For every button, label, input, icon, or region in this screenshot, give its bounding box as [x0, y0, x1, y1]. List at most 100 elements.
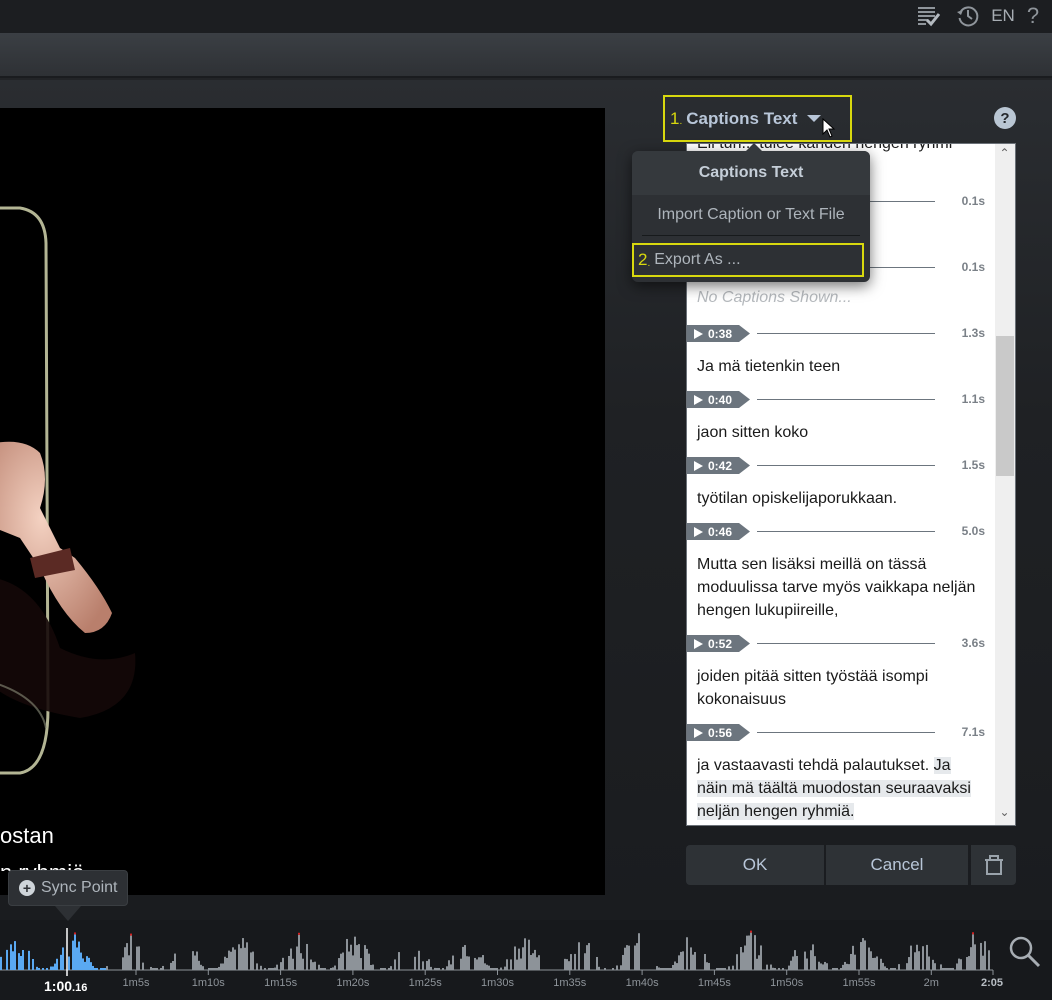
caption-play-button[interactable]: 0:46: [687, 523, 750, 540]
waveform-bar: [390, 966, 392, 970]
history-icon[interactable]: [955, 3, 981, 29]
waveform-bar: [368, 953, 370, 970]
timeline-tick-label: 2m: [923, 977, 939, 989]
waveform-bar: [524, 938, 526, 970]
end-time: 2:05: [981, 977, 1004, 989]
waveform-bar: [414, 956, 416, 970]
zoom-search-icon[interactable]: [1008, 935, 1042, 969]
sync-point-button[interactable]: + Sync Point: [8, 870, 128, 906]
caption-entry: 0:38 1.3s Ja mä tietenkin teen: [687, 325, 995, 378]
waveform-bar: [462, 946, 464, 970]
help-icon[interactable]: ?: [1022, 3, 1044, 29]
waveform-bar: [584, 953, 586, 970]
waveform-bar: [854, 954, 856, 970]
play-icon: [694, 328, 703, 339]
chevron-down-icon: [807, 115, 822, 122]
caption-text[interactable]: ja vastaavasti tehdä palautukset. Ja näi…: [687, 742, 995, 823]
waveform-bar: [394, 959, 396, 970]
waveform-bar: [306, 943, 308, 970]
cancel-button[interactable]: Cancel: [826, 845, 968, 885]
ok-button[interactable]: OK: [686, 845, 824, 885]
waveform-bar: [782, 968, 784, 970]
waveform-bar: [660, 968, 662, 970]
video-preview[interactable]: ostan n ryhmiä: [0, 108, 605, 895]
current-time: 1:00.16: [44, 978, 88, 994]
caption-text[interactable]: jaon sitten koko: [687, 409, 995, 444]
waveform-bar: [460, 958, 462, 970]
caption-text[interactable]: työtilan opiskelijaporukkaan.: [687, 475, 995, 510]
waveform-bar: [46, 968, 48, 970]
caption-duration: 1.5s: [961, 458, 985, 472]
waveform-bar: [664, 968, 666, 970]
waveform-bar: [656, 966, 658, 970]
import-caption-menu-item[interactable]: Import Caption or Text File: [632, 195, 870, 235]
waveform-bar: [280, 962, 282, 970]
waveform-bar: [224, 956, 226, 970]
scroll-up-icon[interactable]: ⌃: [995, 146, 1014, 164]
panel-help-icon[interactable]: ?: [994, 107, 1016, 129]
waveform-bar: [256, 963, 258, 970]
waveform-bar: [232, 947, 234, 970]
waveform-bar: [510, 959, 512, 970]
waveform-bar: [482, 955, 484, 970]
captions-scrollbar[interactable]: ⌃ ⌄: [995, 144, 1015, 825]
waveform-bar: [74, 934, 76, 970]
waveform-bar: [356, 945, 358, 970]
waveform-bar: [154, 968, 156, 970]
scrollbar-thumb[interactable]: [996, 336, 1014, 476]
waveform-bar: [624, 947, 626, 970]
waveform-bar: [282, 957, 284, 970]
trash-icon: [984, 855, 1003, 875]
waveform-bar: [616, 965, 618, 970]
waveform-bar: [366, 948, 368, 970]
waveform-bar: [244, 947, 246, 970]
waveform-bar: [324, 968, 326, 970]
timeline-tick-label: 1m5s: [122, 977, 150, 989]
waveform-bar: [520, 958, 522, 970]
waveform-bar: [884, 966, 886, 970]
waveform-bar: [804, 951, 806, 970]
waveform-bar: [926, 944, 928, 970]
waveform-bar: [446, 966, 448, 970]
caption-text[interactable]: joiden pitää sitten työstää isompi kokon…: [687, 653, 995, 711]
waveform[interactable]: [0, 920, 1000, 976]
checklist-icon[interactable]: [915, 3, 941, 29]
waveform-bar: [982, 955, 984, 970]
waveform-bar: [966, 957, 968, 970]
waveform-bar: [198, 960, 200, 970]
caption-play-button[interactable]: 0:40: [687, 391, 750, 408]
waveform-bar: [476, 959, 478, 970]
waveform-bar: [260, 965, 262, 970]
waveform-bar: [832, 968, 834, 970]
caption-play-button[interactable]: 0:38: [687, 325, 750, 342]
waveform-bar: [538, 955, 540, 970]
waveform-bar: [916, 944, 918, 970]
caption-entry: 0:42 1.5s työtilan opiskelijaporukkaan.: [687, 457, 995, 510]
waveform-bar: [288, 955, 290, 970]
waveform-bar: [968, 956, 970, 970]
menu-title[interactable]: Captions Text: [632, 151, 870, 195]
waveform-bar: [932, 959, 934, 970]
export-as-menu-item[interactable]: 2. Export As ...: [632, 243, 864, 277]
waveform-bar: [216, 968, 218, 970]
waveform-bar: [882, 962, 884, 970]
caption-play-button[interactable]: 0:56: [687, 724, 750, 741]
waveform-bar: [864, 940, 866, 970]
waveform-bar: [690, 947, 692, 970]
caption-play-button[interactable]: 0:42: [687, 457, 750, 474]
caption-duration: 7.1s: [961, 725, 985, 739]
scroll-down-icon[interactable]: ⌄: [995, 805, 1014, 823]
audio-timeline[interactable]: 1m5s 1m10s 1m15s 1m20s 1m25s 1m30s 1m35s 1m40s 1…: [0, 920, 1052, 1000]
waveform-bar: [564, 958, 566, 970]
language-selector[interactable]: EN: [990, 3, 1016, 29]
video-caption-line-1: ostan: [0, 823, 54, 848]
delete-button[interactable]: [971, 845, 1016, 885]
waveform-bar: [60, 954, 62, 970]
waveform-bar: [340, 953, 342, 970]
waveform-bar: [220, 963, 222, 970]
waveform-bar: [598, 966, 600, 970]
caption-text[interactable]: Mutta sen lisäksi meillä on tässä moduul…: [687, 541, 995, 622]
caption-entry: 0:46 5.0s Mutta sen lisäksi meillä on tä…: [687, 523, 995, 622]
caption-text[interactable]: Ja mä tietenkin teen: [687, 343, 995, 378]
caption-play-button[interactable]: 0:52: [687, 635, 750, 652]
